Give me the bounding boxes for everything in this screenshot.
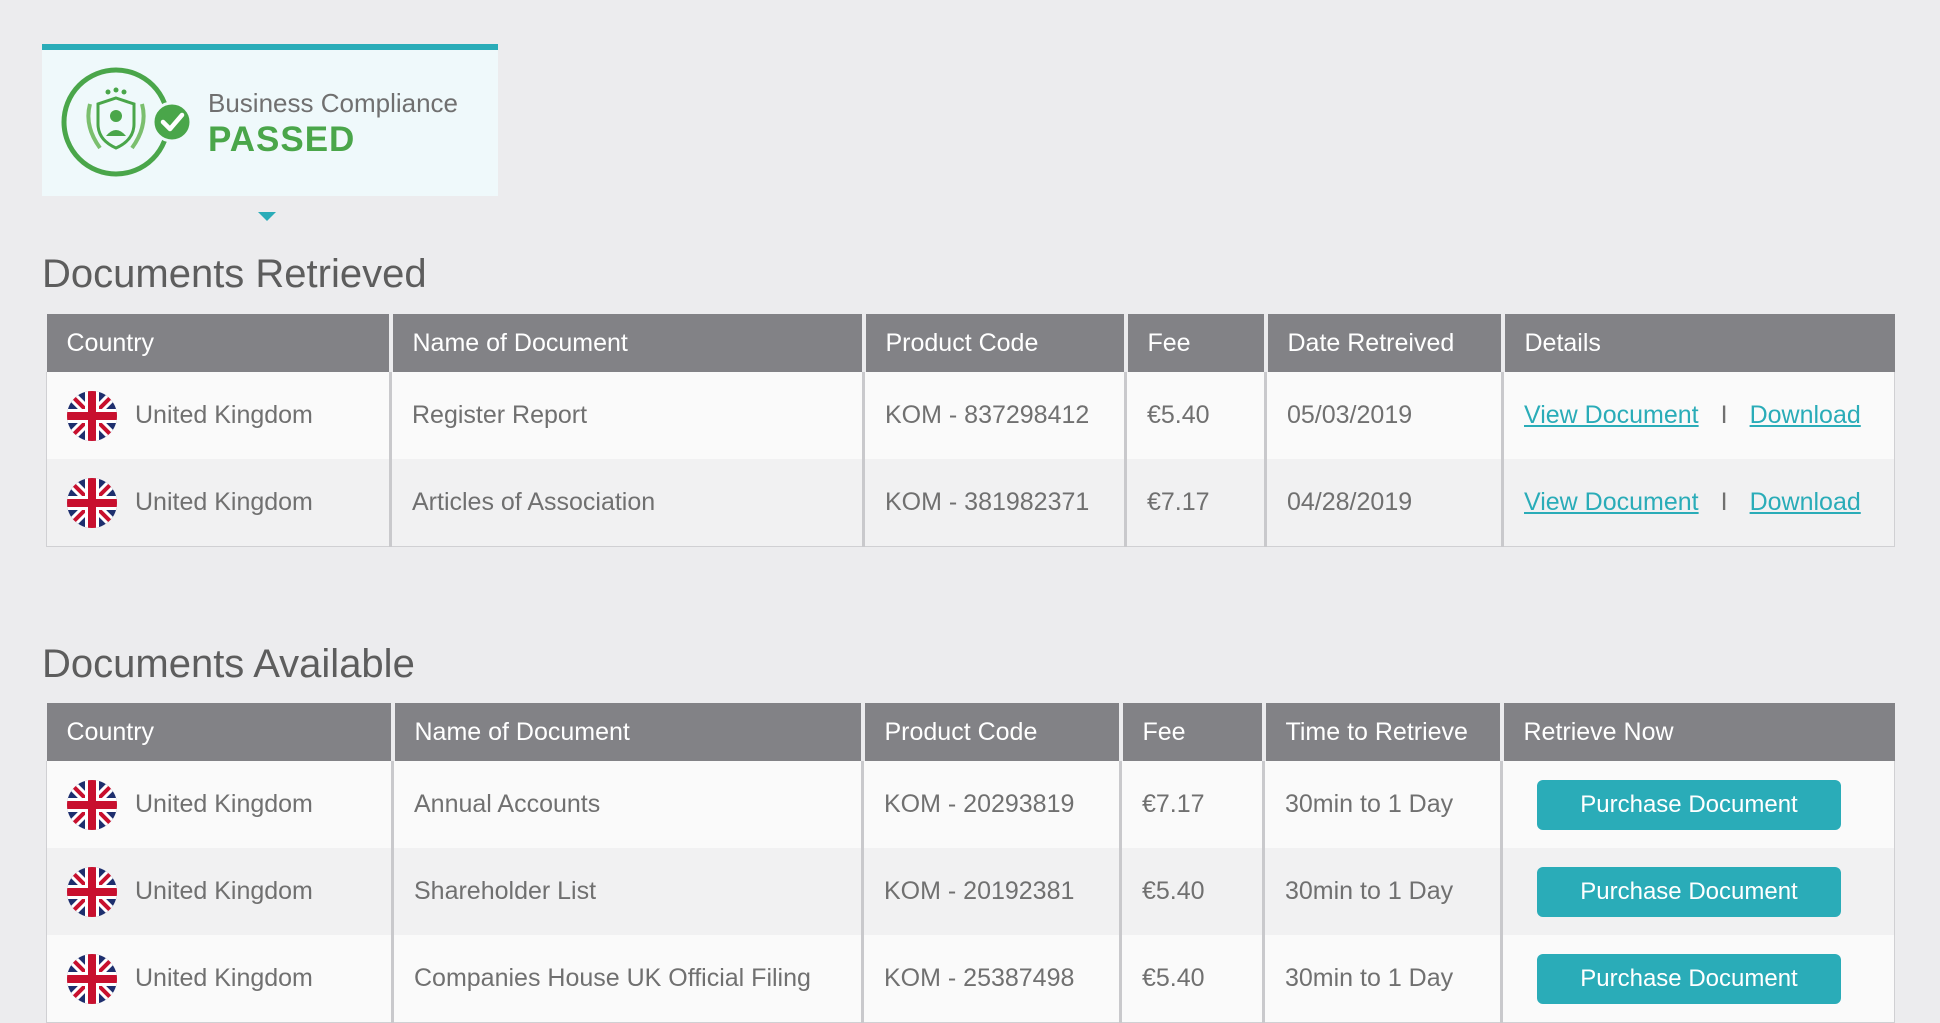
product-code: KOM - 20293819 [861, 761, 1121, 848]
retrieve-cell: Purchase Document [1500, 848, 1895, 935]
document-name: Annual Accounts [391, 761, 863, 848]
country-name: United Kingdom [135, 401, 313, 429]
fee: €7.17 [1124, 459, 1266, 547]
column-header: Fee [1118, 703, 1264, 761]
details-cell: View Document I Download [1501, 459, 1895, 547]
column-header: Retrieve Now [1499, 703, 1895, 761]
column-header: Product Code [860, 703, 1121, 761]
retrieved-documents-table: Country Name of Document Product Code Fe… [46, 314, 1895, 547]
download-link[interactable]: Download [1750, 401, 1861, 429]
time-to-retrieve: 30min to 1 Day [1262, 848, 1502, 935]
compliance-shield-icon [61, 67, 192, 177]
country-cell: United Kingdom [46, 459, 391, 547]
view-document-link[interactable]: View Document [1524, 488, 1699, 516]
fee: €5.40 [1119, 935, 1264, 1023]
country-cell: United Kingdom [46, 848, 393, 935]
column-header: Date Retreived [1263, 314, 1503, 372]
country-name: United Kingdom [135, 877, 313, 905]
table-row: United Kingdom Shareholder List KOM - 20… [46, 848, 1895, 935]
purchase-document-button[interactable]: Purchase Document [1537, 953, 1841, 1004]
product-code: KOM - 20192381 [861, 848, 1121, 935]
uk-flag-icon [67, 866, 117, 917]
retrieve-cell: Purchase Document [1500, 935, 1895, 1023]
purchase-document-button[interactable]: Purchase Document [1537, 866, 1841, 917]
compliance-badge: Business Compliance PASSED [42, 44, 498, 196]
document-name: Register Report [389, 372, 864, 459]
fee: €5.40 [1124, 372, 1266, 459]
download-link[interactable]: Download [1750, 488, 1861, 516]
country-name: United Kingdom [135, 964, 313, 992]
document-name: Shareholder List [391, 848, 863, 935]
column-header: Name of Document [390, 703, 863, 761]
country-name: United Kingdom [135, 790, 313, 818]
fee: €7.17 [1119, 761, 1264, 848]
uk-flag-icon [67, 779, 117, 830]
country-cell: United Kingdom [46, 761, 393, 848]
column-header: Name of Document [388, 314, 864, 372]
product-code: KOM - 837298412 [862, 372, 1126, 459]
view-document-link[interactable]: View Document [1524, 401, 1699, 429]
retrieve-cell: Purchase Document [1500, 761, 1895, 848]
compliance-caption: Business Compliance [208, 88, 459, 118]
product-code: KOM - 381982371 [862, 459, 1126, 547]
document-name: Companies House UK Official Filing [391, 935, 863, 1023]
date-retrieved: 04/28/2019 [1264, 459, 1503, 547]
column-header: Country [46, 314, 391, 372]
uk-flag-icon [67, 477, 117, 528]
badge-caret-icon [258, 212, 276, 221]
column-header: Fee [1123, 314, 1266, 372]
document-name: Articles of Association [389, 459, 864, 547]
column-header: Time to Retrieve [1261, 703, 1502, 761]
column-header: Details [1500, 314, 1895, 372]
table-row: United Kingdom Register Report KOM - 837… [46, 372, 1895, 459]
table-row: United Kingdom Annual Accounts KOM - 202… [46, 761, 1895, 848]
column-header: Product Code [861, 314, 1126, 372]
time-to-retrieve: 30min to 1 Day [1262, 761, 1502, 848]
time-to-retrieve: 30min to 1 Day [1262, 935, 1502, 1023]
date-retrieved: 05/03/2019 [1264, 372, 1503, 459]
table-row: United Kingdom Companies House UK Offici… [46, 935, 1895, 1023]
uk-flag-icon [67, 953, 117, 1004]
purchase-document-button[interactable]: Purchase Document [1537, 779, 1841, 830]
country-cell: United Kingdom [46, 935, 393, 1023]
column-header: Country [46, 703, 393, 761]
product-code: KOM - 25387498 [861, 935, 1121, 1023]
compliance-status: PASSED [208, 120, 356, 159]
table-header-row: Country Name of Document Product Code Fe… [46, 703, 1895, 761]
table-header-row: Country Name of Document Product Code Fe… [46, 314, 1895, 372]
link-separator: I [1720, 488, 1728, 516]
country-cell: United Kingdom [46, 372, 391, 459]
available-section-title: Documents Available [42, 642, 415, 686]
table-row: United Kingdom Articles of Association K… [46, 459, 1895, 547]
country-name: United Kingdom [135, 488, 313, 516]
uk-flag-icon [67, 390, 117, 441]
retrieved-section-title: Documents Retrieved [42, 252, 427, 296]
available-documents-table: Country Name of Document Product Code Fe… [46, 703, 1895, 1023]
fee: €5.40 [1119, 848, 1264, 935]
link-separator: I [1720, 401, 1728, 429]
details-cell: View Document I Download [1501, 372, 1895, 459]
